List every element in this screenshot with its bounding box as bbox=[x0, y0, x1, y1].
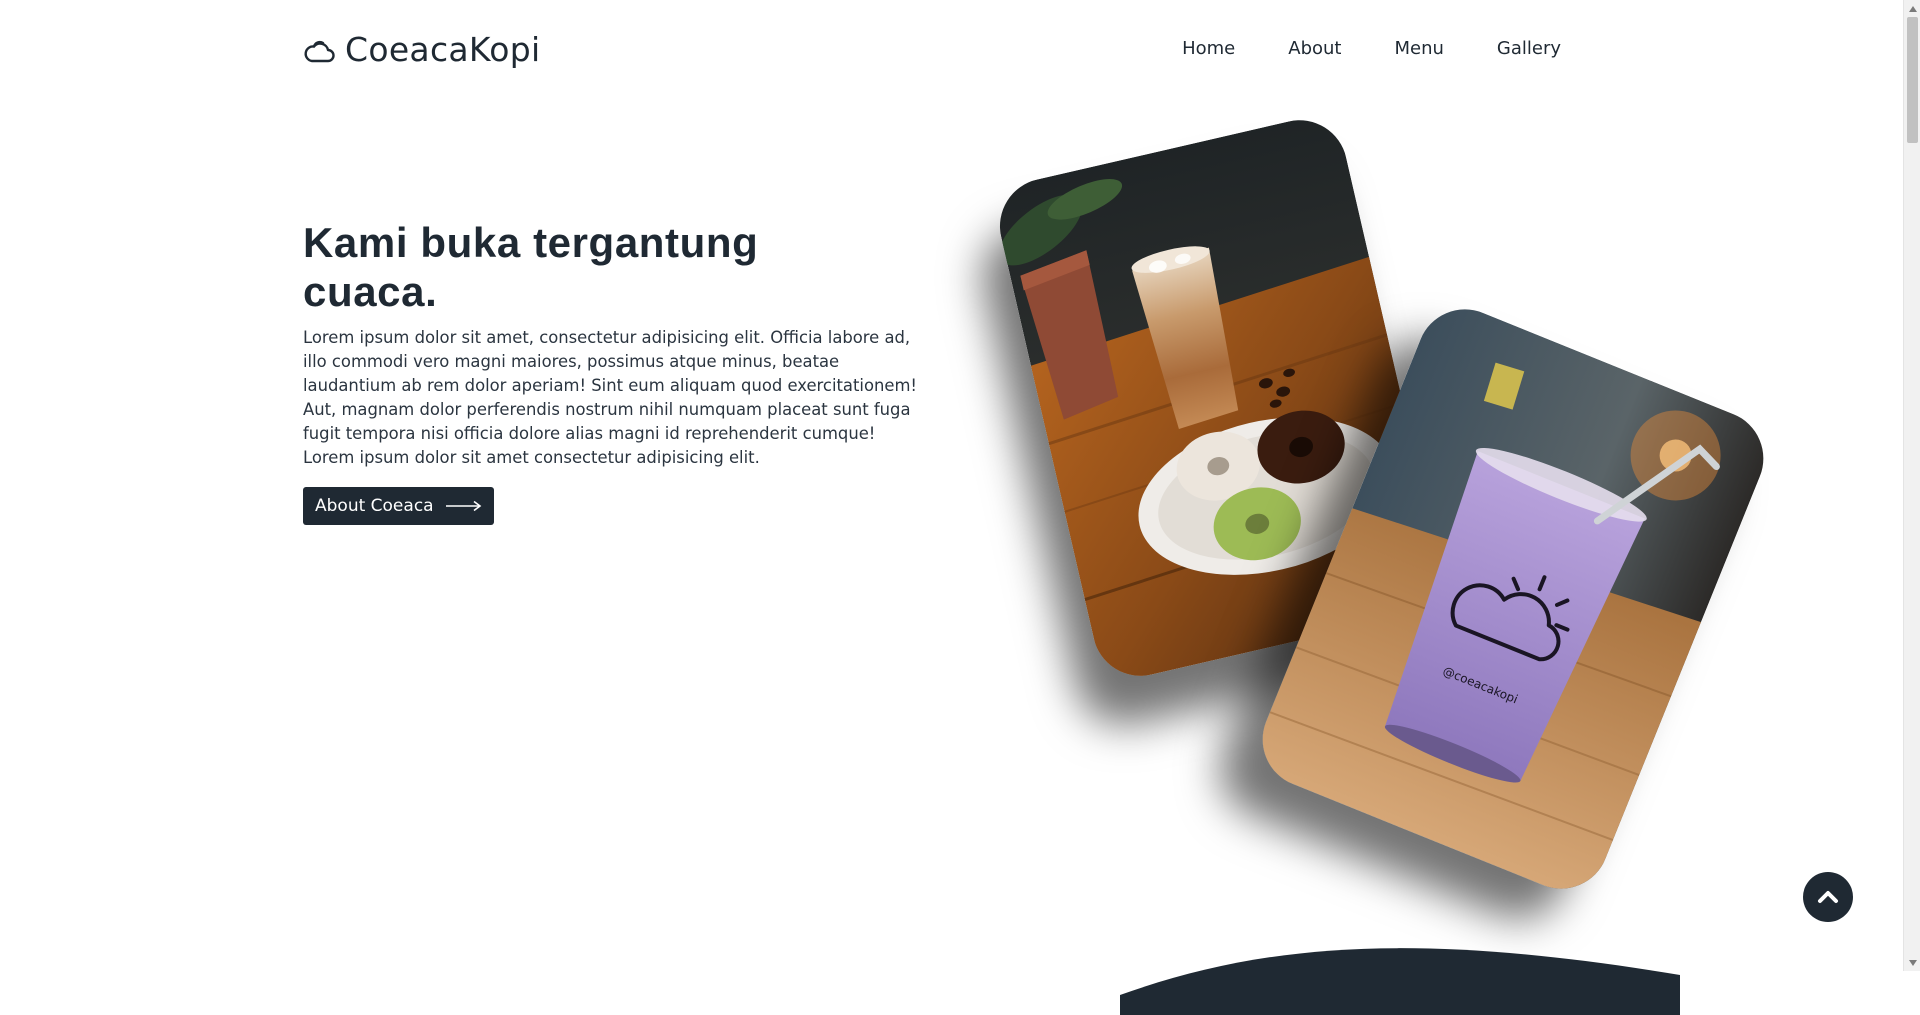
scrollbar-thumb[interactable] bbox=[1907, 17, 1918, 143]
nav-about[interactable]: About bbox=[1288, 38, 1341, 59]
brand-logo-link[interactable]: CoeacaKopi bbox=[303, 30, 540, 69]
cloud-icon bbox=[304, 40, 335, 62]
main-nav: Home About Menu Gallery bbox=[1182, 38, 1561, 59]
page-scrollbar[interactable] bbox=[1903, 0, 1920, 971]
brand-name: CoeacaKopi bbox=[345, 30, 541, 69]
hero-description: Lorem ipsum dolor sit amet, consectetur … bbox=[303, 328, 917, 467]
scroll-down-arrow[interactable] bbox=[1904, 954, 1920, 971]
long-arrow-right-icon bbox=[445, 500, 481, 512]
hero-section: Kami buka tergantung cuaca. Lorem ipsum … bbox=[303, 218, 943, 525]
hero-title: Kami buka tergantung cuaca. bbox=[303, 219, 759, 315]
about-coeaca-button[interactable]: About Coeaca bbox=[303, 487, 494, 525]
scroll-to-top-button[interactable] bbox=[1803, 872, 1853, 922]
nav-gallery[interactable]: Gallery bbox=[1497, 38, 1561, 59]
nav-home[interactable]: Home bbox=[1182, 38, 1235, 59]
scroll-up-arrow[interactable] bbox=[1904, 0, 1920, 17]
chevron-up-icon bbox=[1818, 891, 1838, 903]
footer-wave bbox=[1120, 948, 1680, 1015]
nav-menu[interactable]: Menu bbox=[1394, 38, 1443, 59]
site-header: CoeacaKopi Home About Menu Gallery bbox=[0, 0, 1903, 100]
about-button-label: About Coeaca bbox=[315, 496, 434, 516]
